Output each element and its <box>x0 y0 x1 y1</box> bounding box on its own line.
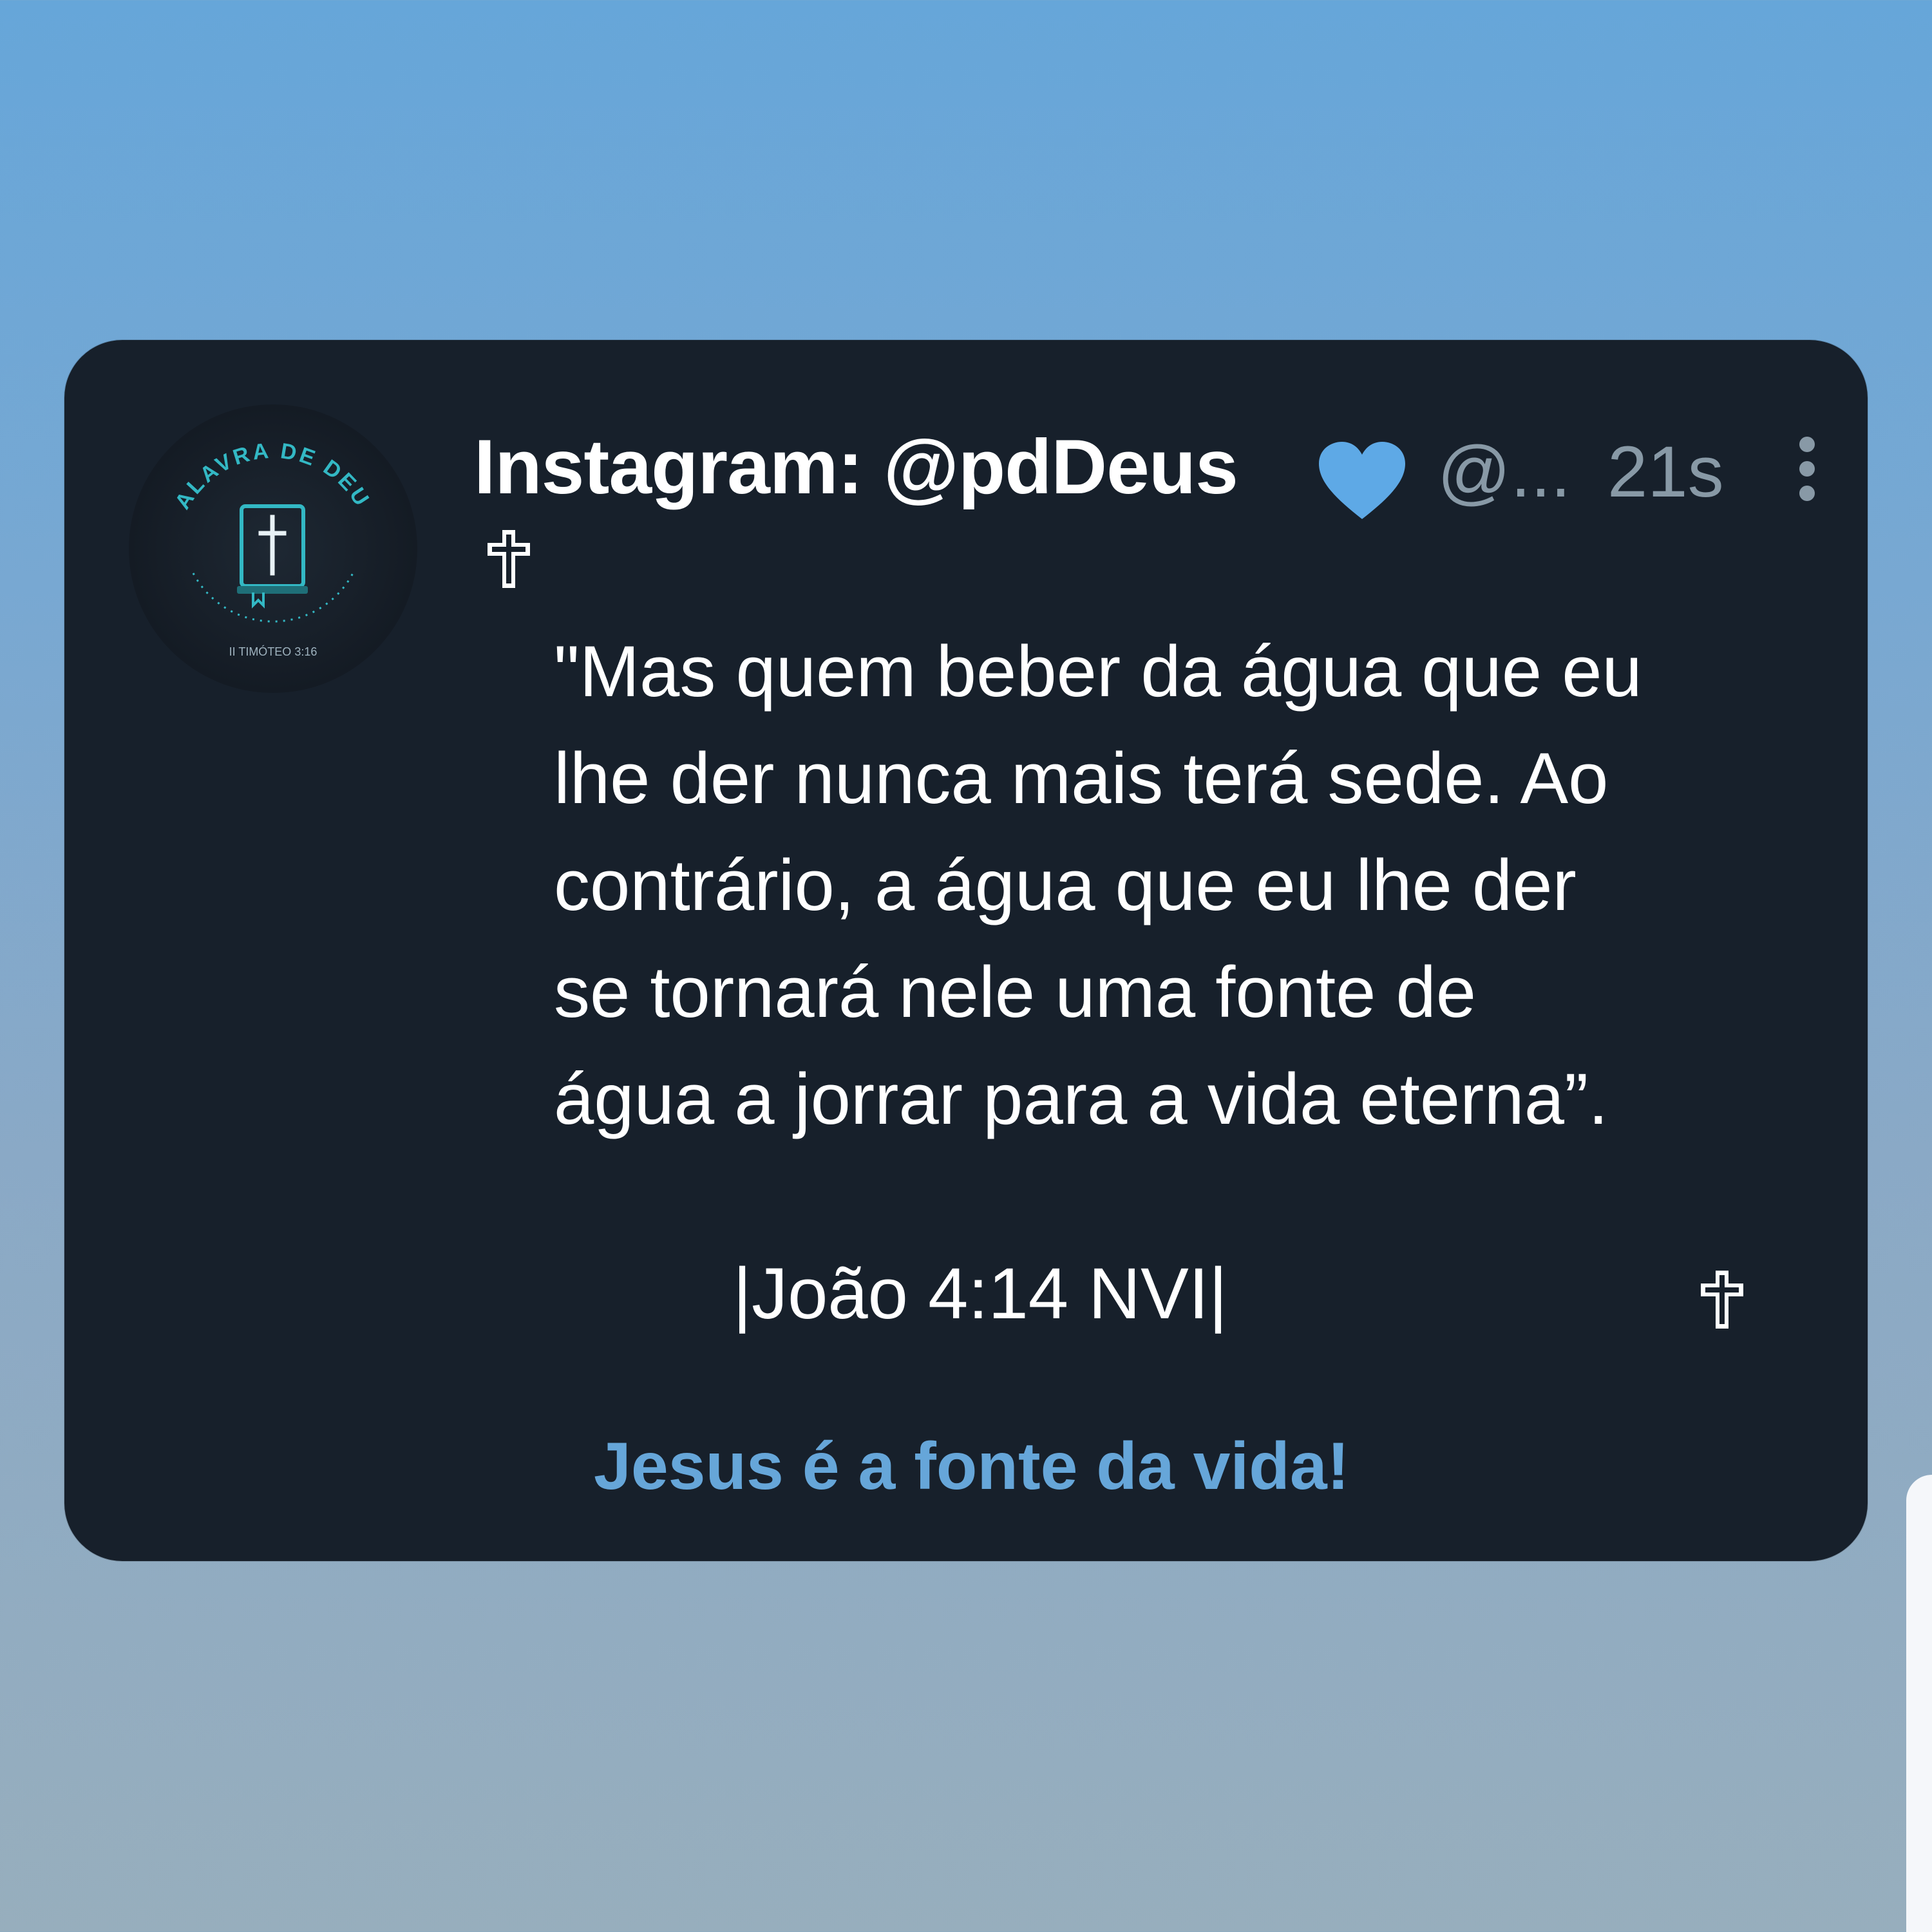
verse-reference: |João 4:14 NVI| <box>733 1253 1227 1334</box>
verse-text: "Mas quem beber da água que eu lhe der n… <box>554 618 1829 1153</box>
avatar[interactable]: PALAVRA DE DEUS II TIMÓTEO 3:16 <box>129 404 417 693</box>
bible-logo: PALAVRA DE DEUS II TIMÓTEO 3:16 <box>129 404 375 658</box>
verse-line: "Mas quem beber da água que eu <box>554 631 1642 712</box>
timestamp[interactable]: 21s <box>1607 430 1724 513</box>
verse-line: se tornará nele uma fonte de <box>554 952 1477 1032</box>
heart-icon <box>1319 442 1405 519</box>
tweet-header: Instagram: @pdDeus @... 21s <box>474 411 1839 519</box>
hashtag-link[interactable]: Jesus é a fonte da vida! <box>594 1428 1349 1505</box>
avatar-arc-text: PALAVRA DE DEUS <box>129 404 372 513</box>
latin-cross-icon <box>1701 1271 1743 1329</box>
verse-line: contrário, a água que eu lhe der <box>554 845 1577 925</box>
partial-card-edge <box>1906 1475 1932 1932</box>
author-name[interactable]: Instagram: @pdDeus <box>474 422 1238 511</box>
more-vertical-icon[interactable] <box>1788 430 1826 507</box>
svg-text:PALAVRA DE DEUS: PALAVRA DE DEUS <box>129 404 375 513</box>
latin-cross-icon <box>488 530 530 588</box>
verse-line: água a jorrar para a vida eterna”. <box>554 1059 1609 1139</box>
verse-line: lhe der nunca mais terá sede. Ao <box>554 738 1609 819</box>
tweet-card[interactable]: PALAVRA DE DEUS II TIMÓTEO 3:16 Instagra… <box>64 340 1868 1561</box>
avatar-bottom-text: II TIMÓTEO 3:16 <box>229 645 317 658</box>
author-handle[interactable]: @... <box>1437 430 1571 513</box>
